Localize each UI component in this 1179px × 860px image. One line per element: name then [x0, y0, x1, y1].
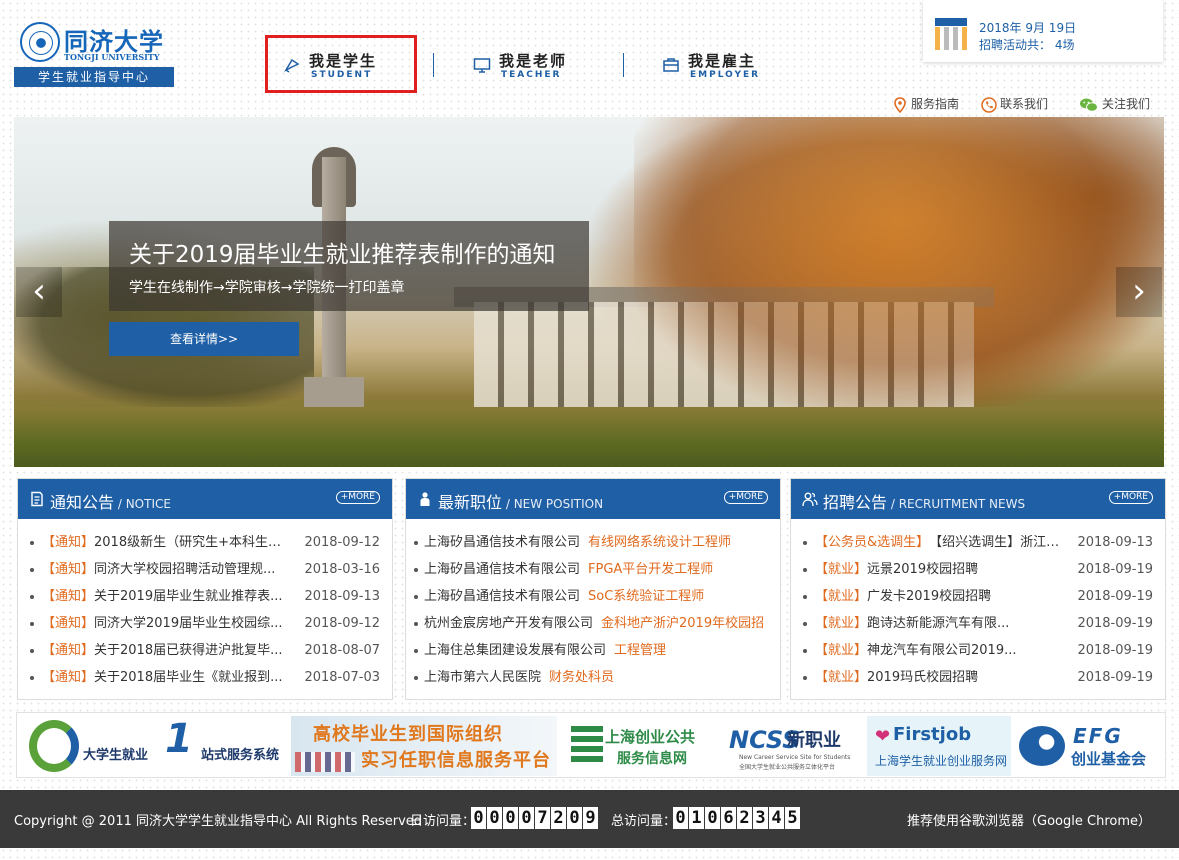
nav-employer[interactable]: 我是雇主 EMPLOYER — [662, 50, 782, 90]
list-item[interactable]: 【通知】同济大学2019届毕业生校园综... 2018-09-12 — [30, 616, 380, 643]
nav-teacher-sublabel: TEACHER — [501, 70, 562, 80]
list-item[interactable]: 上海矽昌通信技术有限公司 有线网络系统设计工程师 — [414, 535, 768, 562]
contact-us-link[interactable]: 联系我们 — [981, 95, 1048, 113]
total-visits-label: 总访问量： — [611, 814, 677, 829]
recruitment-more-button[interactable]: +MORE — [1108, 491, 1153, 504]
follow-us-link[interactable]: 关注我们 — [1079, 95, 1150, 113]
positions-panel-subtitle: / NEW POSITION — [502, 497, 604, 511]
nav-student-label: 我是学生 — [309, 52, 378, 70]
list-item[interactable]: 【通知】关于2018届毕业生《就业报到... 2018-07-03 — [30, 670, 380, 697]
logo-department-name: 学生就业指导中心 — [14, 67, 174, 87]
partner-firstjob[interactable]: ❤ Firstjob 上海学生就业创业服务网 — [867, 716, 1011, 776]
browser-recommendation: 推荐使用谷歌浏览器（Google Chrome） — [907, 814, 1151, 829]
nav-divider — [433, 53, 434, 77]
recruitment-list: 【公务员&选调生】【绍兴选调生】浙江省... 2018-09-13 【就业】远景2… — [803, 535, 1153, 697]
person-icon — [420, 492, 430, 506]
positions-more-button[interactable]: +MORE — [723, 491, 768, 504]
notice-list: 【通知】2018级新生（研究生+本科生）... 2018-09-12 【通知】同济… — [30, 535, 380, 697]
recruitment-panel-title: 招聘公告 — [823, 493, 888, 512]
list-item[interactable]: 上海矽昌通信技术有限公司 FPGA平台开发工程师 — [414, 562, 768, 589]
document-icon — [31, 491, 43, 507]
positions-list: 上海矽昌通信技术有限公司 有线网络系统设计工程师 上海矽昌通信技术有限公司 FPGA… — [414, 535, 768, 697]
wechat-icon — [1080, 98, 1098, 112]
banner-prev-arrow-icon[interactable]: ‹ — [16, 267, 62, 317]
view-details-button[interactable]: 查看详情>> — [109, 322, 299, 356]
hero-banner[interactable]: 关于2019届毕业生就业推荐表制作的通知 学生在线制作→学院审核→学院统一打印盖… — [14, 117, 1164, 467]
briefcase-icon — [663, 58, 679, 72]
service-guide-link[interactable]: 服务指南 — [892, 95, 959, 113]
efg-logo-icon — [1019, 726, 1065, 766]
list-item[interactable]: 【就业】2019玛氏校园招聘 2018-09-19 — [803, 670, 1153, 697]
nav-employer-sublabel: EMPLOYER — [690, 70, 761, 80]
notice-panel-header: 通知公告 / NOTICE +MORE — [18, 479, 392, 519]
calendar-icon — [935, 18, 967, 50]
banner-next-arrow-icon[interactable]: › — [1116, 267, 1162, 317]
copyright-text: Copyright @ 2011 同济大学学生就业指导中心 All Rights… — [14, 814, 423, 829]
logo-english-name: TONGJI UNIVERSITY — [64, 52, 160, 62]
nav-employer-label: 我是雇主 — [688, 52, 757, 70]
date-card: 2018年 9月 19日 招聘活动共： 4场 — [923, 0, 1163, 62]
list-item[interactable]: 上海住总集团建设发展有限公司 工程管理 — [414, 643, 768, 670]
notice-panel-subtitle: / NOTICE — [114, 497, 171, 511]
list-item[interactable]: 杭州金宸房地产开发有限公司 金科地产浙沪2019年校园招 — [414, 616, 768, 643]
partner-international-org-platform[interactable]: 高校毕业生到国际组织 实习任职信息服务平台 — [291, 716, 557, 776]
campus-lawn-image — [14, 407, 1164, 467]
nav-teacher[interactable]: 我是老师 TEACHER — [473, 50, 593, 90]
partner-shanghai-entrepreneurship[interactable]: 上海创业公共 服务信息网 — [567, 716, 717, 776]
daily-visits-label: 日访问量： — [410, 814, 476, 829]
current-date: 2018年 9月 19日 — [979, 21, 1077, 35]
contact-us-label: 联系我们 — [1000, 97, 1049, 111]
nav-student[interactable]: 我是学生 STUDENT — [283, 50, 403, 90]
list-item[interactable]: 【就业】跑诗达新能源汽车有限... 2018-09-19 — [803, 616, 1153, 643]
list-item[interactable]: 【就业】广发卡2019校园招聘 2018-09-19 — [803, 589, 1153, 616]
partner-one-stop-service[interactable]: 大学生就业 1 站式服务系统 — [25, 716, 283, 776]
banner-subtitle: 学生在线制作→学院审核→学院统一打印盖章 — [129, 280, 405, 296]
list-item[interactable]: 【通知】同济大学校园招聘活动管理规... 2018-03-16 — [30, 562, 380, 589]
notice-panel: 通知公告 / NOTICE +MORE 【通知】2018级新生（研究生+本科生）… — [17, 478, 393, 700]
recruitment-panel-subtitle: / RECRUITMENT NEWS — [887, 497, 1026, 511]
shanghai-entrepreneurship-logo-icon — [571, 726, 603, 766]
notice-panel-title: 通知公告 — [50, 493, 115, 512]
list-item[interactable]: 【就业】神龙汽车有限公司2019... 2018-09-19 — [803, 643, 1153, 670]
list-item[interactable]: 【通知】关于2019届毕业生就业推荐表... 2018-09-13 — [30, 589, 380, 616]
recruitment-panel: 招聘公告 / RECRUITMENT NEWS +MORE 【公务员&选调生】【… — [790, 478, 1166, 700]
notice-more-button[interactable]: +MORE — [335, 491, 380, 504]
firstjob-logo-icon: ❤ — [875, 726, 891, 747]
positions-panel-header: 最新职位 / NEW POSITION +MORE — [406, 479, 780, 519]
banner-caption: 关于2019届毕业生就业推荐表制作的通知 学生在线制作→学院审核→学院统一打印盖… — [109, 221, 589, 311]
service-guide-label: 服务指南 — [911, 97, 960, 111]
footer: Copyright @ 2011 同济大学学生就业指导中心 All Rights… — [0, 790, 1179, 848]
phone-icon — [981, 96, 997, 113]
monitor-icon — [473, 58, 491, 73]
list-item[interactable]: 【公务员&选调生】【绍兴选调生】浙江省... 2018-09-13 — [803, 535, 1153, 562]
list-item[interactable]: 上海市第六人民医院 财务处科员 — [414, 670, 768, 697]
follow-us-label: 关注我们 — [1102, 97, 1151, 111]
total-visits-counter: 01062345 — [673, 807, 801, 831]
recruitment-panel-header: 招聘公告 / RECRUITMENT NEWS +MORE — [791, 479, 1165, 519]
partner-one-stop-logo-icon — [29, 720, 79, 772]
list-item[interactable]: 【通知】2018级新生（研究生+本科生）... 2018-09-12 — [30, 535, 380, 562]
partner-efg[interactable]: EFG 创业基金会 — [1017, 716, 1161, 776]
nav-divider — [623, 53, 624, 77]
daily-visits-counter: 00007209 — [471, 807, 599, 831]
university-emblem-icon — [20, 22, 60, 62]
nav-student-sublabel: STUDENT — [311, 70, 373, 80]
positions-panel: 最新职位 / NEW POSITION +MORE 上海矽昌通信技术有限公司 有线… — [405, 478, 781, 700]
student-icon — [284, 58, 300, 73]
partner-links: 大学生就业 1 站式服务系统 高校毕业生到国际组织 实习任职信息服务平台 上海创… — [16, 712, 1166, 778]
positions-panel-title: 最新职位 — [438, 493, 503, 512]
users-icon — [802, 492, 818, 507]
partner-ncss[interactable]: NCSS 新职业 New Career Service Site for Stu… — [727, 716, 853, 776]
list-item[interactable]: 上海矽昌通信技术有限公司 SoC系统验证工程师 — [414, 589, 768, 616]
nav-teacher-label: 我是老师 — [499, 52, 568, 70]
list-item[interactable]: 【通知】关于2018届已获得进沪批复毕... 2018-08-07 — [30, 643, 380, 670]
list-item[interactable]: 【就业】远景2019校园招聘 2018-09-19 — [803, 562, 1153, 589]
recruitment-activity-count: 招聘活动共： 4场 — [979, 38, 1075, 52]
banner-title: 关于2019届毕业生就业推荐表制作的通知 — [129, 242, 556, 268]
location-pin-icon — [894, 96, 906, 113]
flags-icon — [295, 752, 355, 772]
site-logo[interactable]: 同济大学 TONGJI UNIVERSITY 学生就业指导中心 — [14, 22, 174, 87]
